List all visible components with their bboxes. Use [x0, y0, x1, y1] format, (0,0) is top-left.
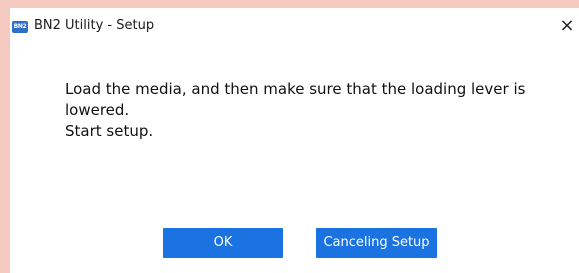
message-line-3: Start setup. [65, 122, 154, 140]
window-title: BN2 Utility - Setup [34, 18, 155, 33]
close-icon[interactable]: × [556, 14, 578, 38]
dialog-message: Load the media, and then make sure that … [65, 79, 545, 142]
ok-button[interactable]: OK [163, 228, 283, 258]
canceling-setup-button[interactable]: Canceling Setup [316, 228, 437, 258]
setup-dialog: BN2 BN2 Utility - Setup × Load the media… [10, 8, 579, 273]
message-line-2: lowered. [65, 101, 130, 119]
message-line-1: Load the media, and then make sure that … [65, 80, 526, 98]
app-icon: BN2 [12, 21, 28, 33]
title-bar: BN2 BN2 Utility - Setup × [10, 8, 579, 44]
